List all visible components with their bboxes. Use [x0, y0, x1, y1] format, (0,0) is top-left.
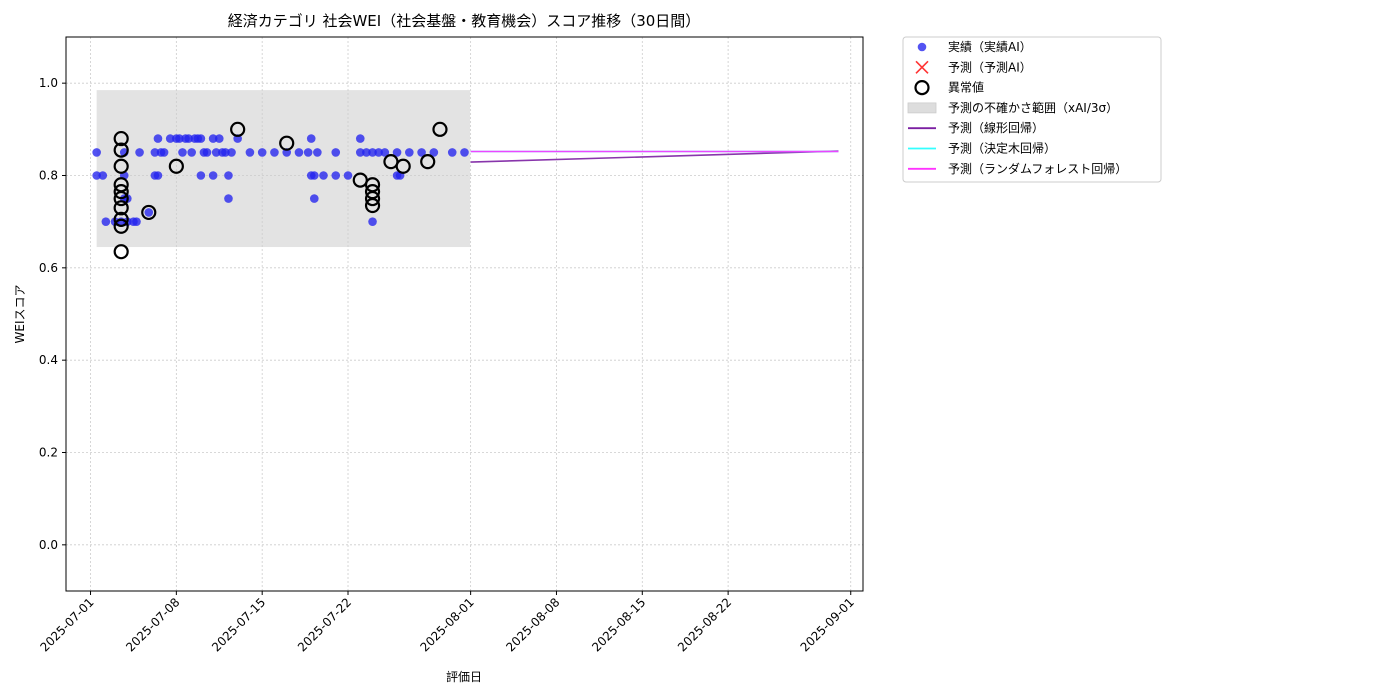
actual-point: [331, 171, 341, 180]
y-tick-label: 0.4: [39, 353, 58, 367]
actual-point: [257, 148, 267, 157]
legend-dot-marker: [917, 42, 927, 52]
legend-label: 予測（ランダムフォレスト回帰）: [948, 161, 1127, 176]
actual-point: [309, 194, 319, 203]
actual-point: [202, 148, 212, 157]
y-axis-label: WEIスコア: [13, 285, 27, 344]
prediction-line-layer: [470, 150, 839, 163]
actual-point: [178, 148, 187, 157]
y-tick-label: 0.6: [39, 261, 58, 275]
y-tick-label: 1.0: [39, 76, 58, 90]
actual-point: [343, 171, 353, 180]
x-axis: 2025-07-01 2025-07-08 2025-07-15 2025-07-22…: [37, 591, 857, 654]
x-tick-label: 2025-08-08: [503, 595, 562, 654]
actual-point: [405, 148, 414, 157]
chart-canvas: 経済カテゴリ 社会WEI（社会基盤・教育機会）スコア推移（30日間） 2025-…: [13, 12, 1162, 684]
actual-point: [92, 148, 101, 157]
actual-point: [227, 148, 236, 157]
actual-point: [159, 148, 169, 157]
x-tick-label: 2025-07-01: [37, 595, 96, 654]
actual-point: [355, 134, 365, 143]
legend-label: 異常値: [948, 80, 984, 95]
actual-point: [368, 217, 377, 226]
legend-label: 予測の不確かさ範囲（xAI/3σ）: [948, 100, 1118, 115]
uncertainty-band-layer: [96, 90, 471, 248]
actual-point: [153, 134, 163, 143]
legend-label: 実績（実績AI）: [948, 39, 1032, 54]
legend: 実績（実績AI） 予測（予測AI） 異常値予測の不確かさ範囲（xAI/3σ） 予測（線…: [902, 36, 1162, 183]
actual-point: [331, 148, 341, 157]
chart-title: 経済カテゴリ 社会WEI（社会基盤・教育機会）スコア推移（30日間）: [228, 12, 701, 30]
x-tick-label: 2025-07-08: [123, 595, 182, 654]
actual-point: [270, 148, 279, 157]
anomaly-ring: [113, 244, 129, 260]
legend-label: 予測（決定木回帰）: [948, 141, 1056, 156]
x-tick-label: 2025-07-15: [209, 595, 268, 654]
actual-point: [460, 148, 469, 157]
actual-point: [208, 171, 218, 180]
y-tick-label: 0.0: [39, 538, 58, 552]
actual-point: [447, 148, 457, 157]
x-axis-label: 評価日: [446, 669, 482, 684]
actual-point: [196, 171, 206, 180]
actual-point: [144, 208, 154, 217]
actual-point: [98, 171, 108, 180]
x-tick-label: 2025-08-15: [589, 595, 648, 654]
actual-point: [313, 148, 322, 157]
actual-point: [224, 171, 233, 180]
legend-label: 予測（線形回帰）: [948, 120, 1044, 135]
actual-point: [309, 171, 319, 180]
x-tick-label: 2025-08-22: [675, 595, 734, 654]
y-tick-label: 0.2: [39, 446, 58, 460]
actual-point: [245, 148, 255, 157]
y-tick-label: 0.8: [39, 169, 58, 183]
actual-point: [294, 148, 304, 157]
y-axis: 0.0 0.2 0.4 0.6 0.8 1.0: [39, 76, 66, 552]
x-tick-label: 2025-09-01: [798, 595, 857, 654]
actual-point: [132, 217, 141, 226]
actual-point: [101, 217, 111, 226]
legend-band-swatch: [907, 102, 937, 114]
actual-point: [303, 148, 313, 157]
actual-point: [306, 134, 316, 143]
legend-label: 予測（予測AI）: [948, 60, 1032, 74]
actual-point: [135, 148, 144, 157]
x-tick-label: 2025-08-01: [418, 595, 477, 654]
prediction-line: [470, 150, 839, 163]
actual-point: [196, 134, 206, 143]
actual-point: [319, 171, 328, 180]
actual-point: [153, 171, 163, 180]
plot-area: [65, 36, 864, 592]
uncertainty-band: [96, 90, 471, 248]
x-tick-label: 2025-07-22: [295, 595, 354, 654]
actual-point: [224, 194, 233, 203]
actual-point: [187, 148, 196, 157]
actual-point: [214, 134, 224, 143]
